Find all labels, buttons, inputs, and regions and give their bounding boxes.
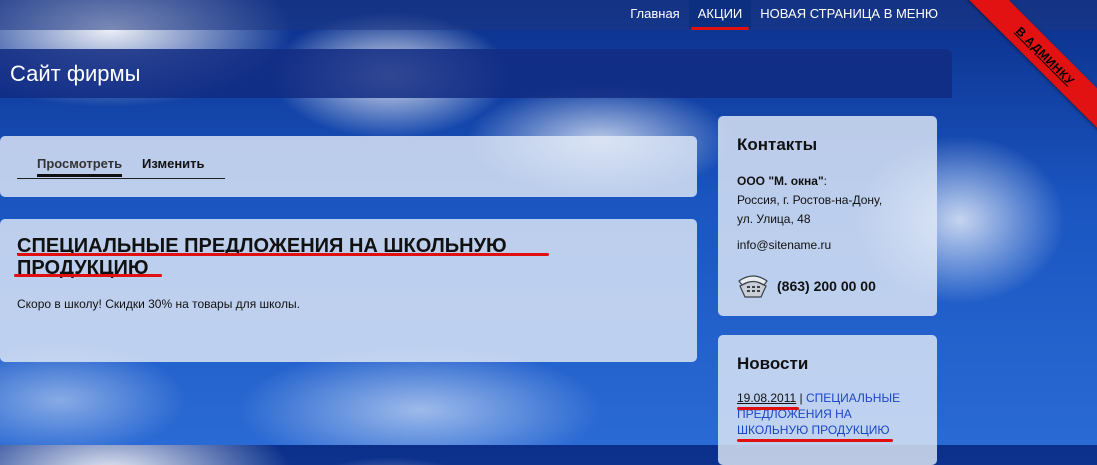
admin-ribbon-container: В АДМИНКУ xyxy=(947,0,1097,150)
phone-number: (863) 200 00 00 xyxy=(777,278,876,294)
title-highlight-line-1 xyxy=(17,253,549,256)
menu-item-home[interactable]: Главная xyxy=(621,0,688,30)
address-line-2: ул. Улица, 48 xyxy=(737,212,811,226)
top-nav: Главная АКЦИИ НОВАЯ СТРАНИЦА В МЕНЮ xyxy=(621,0,947,30)
menu-item-promotions[interactable]: АКЦИИ xyxy=(688,0,752,30)
telephone-icon xyxy=(738,275,768,298)
menu-item-new-page[interactable]: НОВАЯ СТРАНИЦА В МЕНЮ xyxy=(751,0,947,30)
tab-bar: Просмотреть Изменить xyxy=(17,156,225,179)
news-item: 19.08.2011 | СПЕЦИАЛЬНЫЕ ПРЕДЛОЖЕНИЯ НА … xyxy=(737,390,922,438)
content-panel: СПЕЦИАЛЬНЫЕ ПРЕДЛОЖЕНИЯ НА ШКОЛЬНУЮ ПРОД… xyxy=(0,219,697,362)
news-title: Новости xyxy=(737,354,809,373)
contacts-title: Контакты xyxy=(737,135,818,154)
contacts-box: Контакты ООО "М. окна": Россия, г. Росто… xyxy=(718,116,937,316)
news-separator: | xyxy=(799,391,803,405)
news-link-highlight xyxy=(737,439,893,442)
tab-view[interactable]: Просмотреть xyxy=(37,156,123,177)
contacts-address: ООО "М. окна": Россия, г. Ростов-на-Дону… xyxy=(737,172,882,229)
site-title[interactable]: Сайт фирмы xyxy=(10,61,140,87)
admin-ribbon-link[interactable]: В АДМИНКУ xyxy=(964,0,1097,137)
tabs-panel: Просмотреть Изменить xyxy=(0,136,697,197)
contact-email: info@sitename.ru xyxy=(737,238,832,252)
title-highlight-line-2 xyxy=(14,274,162,277)
phone-row: (863) 200 00 00 xyxy=(737,272,876,300)
site-header: Сайт фирмы xyxy=(0,49,952,98)
company-suffix: : xyxy=(823,174,827,188)
news-box: Новости 19.08.2011 | СПЕЦИАЛЬНЫЕ ПРЕДЛОЖ… xyxy=(718,335,937,465)
company-name: ООО "М. окна" xyxy=(737,174,824,188)
top-menu-bar: Главная АКЦИИ НОВАЯ СТРАНИЦА В МЕНЮ xyxy=(0,0,1097,30)
news-date: 19.08.2011 xyxy=(737,391,797,405)
news-date-highlight xyxy=(737,407,799,410)
address-line-1: Россия, г. Ростов-на-Дону, xyxy=(737,193,883,207)
tab-edit[interactable]: Изменить xyxy=(142,156,205,174)
post-body: Скоро в школу! Скидки 30% на товары для … xyxy=(17,297,300,311)
post-title: СПЕЦИАЛЬНЫЕ ПРЕДЛОЖЕНИЯ НА ШКОЛЬНУЮ ПРОД… xyxy=(17,235,507,279)
